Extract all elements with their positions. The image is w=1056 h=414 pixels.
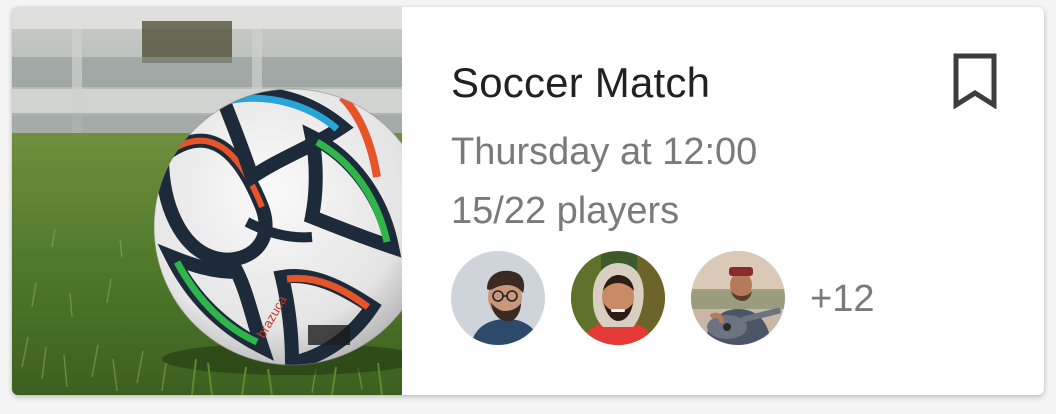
- event-time: Thursday at 12:00: [451, 131, 758, 173]
- person-hood-avatar[interactable]: [571, 251, 665, 345]
- more-attendees-count[interactable]: +12: [810, 278, 874, 321]
- person-guitar-avatar[interactable]: [691, 251, 785, 345]
- bookmark-icon[interactable]: [953, 53, 997, 110]
- person-glasses-avatar[interactable]: [451, 251, 545, 345]
- players-count: 15/22 players: [451, 190, 680, 232]
- event-title: Soccer Match: [451, 59, 711, 106]
- event-card[interactable]: brazuca Soccer Match Thursday at 12:00 1…: [12, 7, 1044, 395]
- soccer-ball-image: brazuca: [12, 7, 402, 395]
- event-details: Soccer Match Thursday at 12:00 15/22 pla…: [451, 7, 1044, 395]
